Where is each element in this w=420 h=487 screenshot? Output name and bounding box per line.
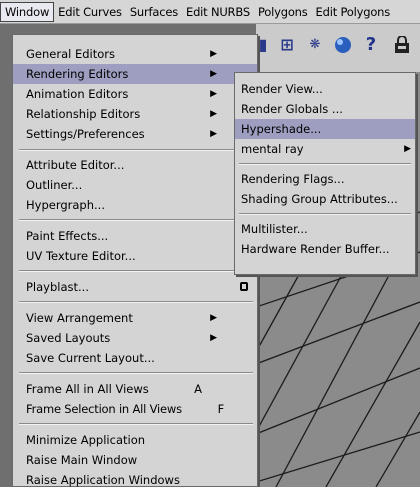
menu-item-label: Outliner... [26, 178, 83, 192]
menu-separator [239, 163, 411, 165]
menu-item-label: Shading Group Attributes... [241, 192, 398, 206]
submenu-item-hardware-render-buffer[interactable]: Hardware Render Buffer... [235, 239, 415, 259]
menu-item-uv-texture-editor[interactable]: UV Texture Editor... [13, 246, 257, 266]
menu-edit-polygons[interactable]: Edit Polygons [312, 2, 395, 22]
submenu-item-rendering-flags[interactable]: Rendering Flags... [235, 169, 415, 189]
menu-polygons[interactable]: Polygons [254, 2, 312, 22]
menu-separator [19, 372, 253, 374]
menu-surfaces[interactable]: Surfaces [126, 2, 182, 22]
sphere-icon[interactable] [332, 34, 354, 56]
submenu-arrow-icon: ▶ [210, 333, 217, 343]
menu-item-label: Raise Application Windows [26, 473, 180, 487]
menu-item-outliner[interactable]: Outliner... [13, 175, 257, 195]
shortcut-key: F [217, 402, 225, 416]
menu-item-general-editors[interactable]: General Editors ▶ [13, 44, 257, 64]
menu-item-relationship-editors[interactable]: Relationship Editors ▶ [13, 104, 257, 124]
menu-window[interactable]: Window [0, 1, 55, 22]
menu-edit-nurbs[interactable]: Edit NURBS [182, 2, 254, 22]
menu-edit-curves[interactable]: Edit Curves [54, 2, 126, 22]
shortcut-key: A [194, 382, 202, 396]
submenu-arrow-icon: ▶ [210, 89, 217, 99]
submenu-arrow-icon: ▶ [210, 69, 217, 79]
submenu-item-multilister[interactable]: Multilister... [235, 219, 415, 239]
menu-item-label: Save Current Layout... [26, 351, 155, 365]
menu-item-label: Hypershade... [241, 122, 322, 136]
submenu-item-hypershade[interactable]: Hypershade... [235, 119, 415, 139]
menu-item-label: Paint Effects... [26, 229, 109, 243]
menu-item-label: Multilister... [241, 222, 308, 236]
menu-separator [19, 270, 253, 272]
menu-item-frame-all[interactable]: Frame All in All Views A [13, 379, 257, 399]
window-menu: General Editors ▶ Rendering Editors ▶ Anim… [12, 34, 258, 487]
menu-item-label: View Arrangement [26, 311, 133, 325]
menu-item-save-current-layout[interactable]: Save Current Layout... [13, 348, 257, 368]
submenu-arrow-icon: ▶ [210, 109, 217, 119]
menu-item-attribute-editor[interactable]: Attribute Editor... [13, 155, 257, 175]
menu-item-label: Render Globals ... [241, 102, 343, 116]
menu-item-label: Frame All in All Views [26, 382, 149, 396]
submenu-item-render-view[interactable]: Render View... [235, 79, 415, 99]
menu-item-label: Animation Editors [26, 87, 129, 101]
option-box-icon[interactable] [240, 282, 248, 291]
menu-separator [19, 149, 253, 151]
menu-item-rendering-editors[interactable]: Rendering Editors ▶ [13, 64, 257, 84]
menu-item-label: Hardware Render Buffer... [241, 242, 390, 256]
menu-item-label: Saved Layouts [26, 331, 111, 345]
menu-item-animation-editors[interactable]: Animation Editors ▶ [13, 84, 257, 104]
menu-separator [19, 301, 253, 303]
menu-bar: Window Edit Curves Surfaces Edit NURBS P… [0, 0, 420, 24]
submenu-item-mental-ray[interactable]: mental ray ▶ [235, 139, 415, 159]
menu-item-label: Frame Selection in All Views [26, 402, 182, 416]
menu-separator [239, 213, 411, 215]
hand-icon[interactable]: ▮ [256, 34, 270, 56]
submenu-arrow-icon: ▶ [210, 49, 217, 59]
menu-separator [19, 219, 253, 221]
menu-separator [19, 423, 253, 425]
menu-item-label: Relationship Editors [26, 107, 141, 121]
help-icon[interactable]: ? [360, 34, 382, 56]
menu-item-playblast[interactable]: Playblast... [13, 277, 257, 297]
menu-item-paint-effects[interactable]: Paint Effects... [13, 226, 257, 246]
menu-item-label: Render View... [241, 82, 323, 96]
menu-item-label: Playblast... [26, 280, 89, 294]
rendering-editors-submenu: Render View... Render Globals ... Hypers… [234, 72, 416, 275]
menu-item-label: Settings/Preferences [26, 127, 145, 141]
menu-item-label: Attribute Editor... [26, 158, 125, 172]
menu-item-saved-layouts[interactable]: Saved Layouts ▶ [13, 328, 257, 348]
menu-item-label: Minimize Application [26, 433, 146, 447]
menu-item-label: Hypergraph... [26, 198, 105, 212]
submenu-item-shading-group-attributes[interactable]: Shading Group Attributes... [235, 189, 415, 209]
menu-item-raise-application-windows[interactable]: Raise Application Windows [13, 470, 257, 487]
menu-item-label: Rendering Flags... [241, 172, 345, 186]
submenu-arrow-icon: ▶ [210, 313, 217, 323]
sparkle-icon[interactable]: ❋ [304, 34, 326, 56]
status-toolbar: ▮ ⊞ ❋ ? [256, 24, 420, 72]
menu-item-label: Raise Main Window [26, 453, 138, 467]
menu-item-hypergraph[interactable]: Hypergraph... [13, 195, 257, 215]
menu-item-view-arrangement[interactable]: View Arrangement ▶ [13, 308, 257, 328]
submenu-arrow-icon: ▶ [210, 129, 217, 139]
menu-item-label: Rendering Editors [26, 67, 129, 81]
menu-item-minimize-application[interactable]: Minimize Application [13, 430, 257, 450]
menu-item-raise-main-window[interactable]: Raise Main Window [13, 450, 257, 470]
submenu-item-render-globals[interactable]: Render Globals ... [235, 99, 415, 119]
menu-item-frame-selection[interactable]: Frame Selection in All Views F [13, 399, 257, 419]
lock-icon[interactable] [390, 34, 414, 56]
menu-item-label: General Editors [26, 47, 116, 61]
submenu-arrow-icon: ▶ [404, 144, 411, 154]
menu-item-settings-preferences[interactable]: Settings/Preferences ▶ [13, 124, 257, 144]
grid-icon[interactable]: ⊞ [276, 34, 298, 56]
menu-item-label: mental ray [241, 142, 304, 156]
menu-item-label: UV Texture Editor... [26, 249, 136, 263]
